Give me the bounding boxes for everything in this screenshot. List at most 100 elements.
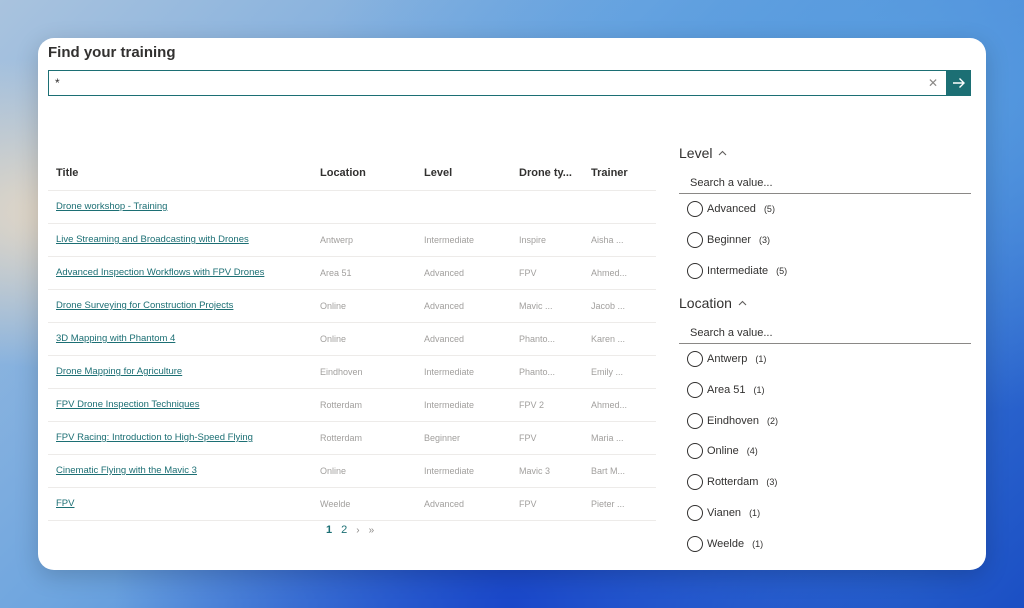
- radio-button[interactable]: [687, 474, 703, 491]
- radio-button[interactable]: [687, 535, 703, 552]
- cell-level: Advanced: [416, 322, 511, 356]
- training-title-link[interactable]: 3D Mapping with Phantom 4: [56, 333, 175, 344]
- facet-location: Location Antwerp (1) Area 51 (1) Eindhoven (2)…: [679, 292, 971, 559]
- cell-drone: Inspire: [511, 223, 583, 257]
- table-row: Live Streaming and Broadcasting with Dro…: [48, 223, 656, 257]
- facets-panel: Level Advanced (5) Beginner (3) Intermediate (…: [679, 142, 971, 559]
- facet-option[interactable]: Online (4): [679, 436, 971, 467]
- facet-title: Level: [679, 145, 713, 161]
- training-title-link[interactable]: Advanced Inspection Workflows with FPV D…: [56, 267, 264, 278]
- facet-option[interactable]: Vianen (1): [679, 498, 971, 529]
- radio-button[interactable]: [687, 351, 703, 368]
- cell-trainer: Pieter ...: [583, 487, 656, 521]
- facet-option[interactable]: Weelde (1): [679, 528, 971, 559]
- table-row: Cinematic Flying with the Mavic 3 Online I…: [48, 454, 656, 488]
- option-count: (2): [767, 415, 778, 426]
- option-label: Rotterdam: [707, 476, 759, 489]
- facet-option[interactable]: Advanced (5): [679, 194, 971, 225]
- cell-drone: FPV: [511, 487, 583, 521]
- cell-level: Advanced: [416, 289, 511, 323]
- training-title-link[interactable]: Drone workshop - Training: [56, 201, 167, 212]
- option-count: (4): [746, 446, 758, 457]
- column-header-title[interactable]: Title: [48, 156, 312, 191]
- chevron-up-icon[interactable]: [738, 298, 747, 309]
- cell-location: Online: [312, 322, 416, 356]
- facet-option[interactable]: Eindhoven (2): [679, 405, 971, 436]
- facet-header[interactable]: Level: [679, 142, 971, 164]
- results-table: Title Location Level Drone ty... Trainer…: [48, 156, 656, 521]
- column-header-drone-type[interactable]: Drone ty...: [511, 156, 583, 191]
- chevron-up-icon[interactable]: [718, 148, 727, 159]
- search-submit-button[interactable]: [946, 70, 971, 96]
- table-row: Drone Surveying for Construction Project…: [48, 289, 656, 323]
- arrow-right-icon: [952, 78, 965, 88]
- cell-level: Advanced: [416, 487, 511, 521]
- facet-option[interactable]: Rotterdam (3): [679, 467, 971, 498]
- facet-search-input[interactable]: [679, 322, 971, 345]
- facet-title: Location: [679, 295, 732, 312]
- facet-option[interactable]: Area 51 (1): [679, 375, 971, 406]
- facet-header[interactable]: Location: [679, 292, 971, 314]
- option-count: (3): [759, 235, 771, 246]
- search-input[interactable]: [49, 71, 920, 95]
- radio-button[interactable]: [687, 382, 703, 399]
- column-header-trainer[interactable]: Trainer: [583, 156, 656, 191]
- cell-drone: FPV 2: [511, 388, 583, 422]
- cell-trainer: Bart M...: [583, 454, 656, 488]
- option-count: (1): [752, 538, 764, 549]
- cell-location: Rotterdam: [312, 388, 416, 422]
- training-title-link[interactable]: Drone Mapping for Agriculture: [56, 366, 182, 377]
- radio-button[interactable]: [687, 412, 703, 429]
- cell-location: Eindhoven: [312, 355, 416, 389]
- cell-title: Advanced Inspection Workflows with FPV D…: [48, 256, 312, 290]
- table-row: 3D Mapping with Phantom 4 Online Advanced P…: [48, 322, 656, 356]
- radio-button[interactable]: [687, 443, 703, 460]
- cell-title: Cinematic Flying with the Mavic 3: [48, 454, 312, 488]
- cell-trainer: Ahmed...: [583, 256, 656, 290]
- training-title-link[interactable]: FPV: [56, 498, 74, 509]
- radio-button[interactable]: [687, 504, 703, 521]
- cell-title: 3D Mapping with Phantom 4: [48, 322, 312, 356]
- table-row: FPV Drone Inspection Techniques Rotterdam…: [48, 388, 656, 422]
- last-page-icon[interactable]: »: [369, 525, 375, 536]
- training-title-link[interactable]: FPV Drone Inspection Techniques: [56, 399, 199, 410]
- cell-title: FPV: [48, 487, 312, 521]
- training-title-link[interactable]: Cinematic Flying with the Mavic 3: [56, 465, 197, 476]
- training-search-card: Find your training ✕ Title Location Leve…: [38, 38, 986, 570]
- cell-drone: FPV: [511, 256, 583, 290]
- facet-option[interactable]: Beginner (3): [679, 225, 971, 256]
- facet-option[interactable]: Intermediate (5): [679, 255, 971, 286]
- cell-drone: Mavic ...: [511, 289, 583, 323]
- next-page-icon[interactable]: ›: [356, 525, 359, 536]
- cell-level: Beginner: [416, 421, 511, 455]
- cell-drone: Phanto...: [511, 355, 583, 389]
- clear-search-button[interactable]: ✕: [920, 71, 946, 95]
- table-row: FPV Racing: Introduction to High-Speed F…: [48, 421, 656, 455]
- option-count: (1): [753, 385, 765, 396]
- facet-option[interactable]: Antwerp (1): [679, 344, 971, 375]
- facet-search-input[interactable]: [679, 172, 971, 194]
- cell-drone: Mavic 3: [511, 454, 583, 488]
- column-header-level[interactable]: Level: [416, 156, 511, 191]
- cell-level: Advanced: [416, 256, 511, 290]
- page-1-link[interactable]: 1: [326, 524, 332, 536]
- cell-trainer: Karen ...: [583, 322, 656, 356]
- cell-trainer: Aisha ...: [583, 223, 656, 257]
- cell-location: Rotterdam: [312, 421, 416, 455]
- cell-level: Intermediate: [416, 223, 511, 257]
- cell-title: Drone Mapping for Agriculture: [48, 355, 312, 389]
- training-title-link[interactable]: Live Streaming and Broadcasting with Dro…: [56, 234, 249, 245]
- option-count: (1): [755, 354, 767, 365]
- page-title: Find your training: [48, 44, 176, 61]
- column-header-location[interactable]: Location: [312, 156, 416, 191]
- option-label: Weelde: [707, 537, 745, 550]
- cell-location: Online: [312, 289, 416, 323]
- radio-button[interactable]: [687, 232, 703, 249]
- option-count: (5): [763, 204, 775, 215]
- training-title-link[interactable]: FPV Racing: Introduction to High-Speed F…: [56, 432, 253, 443]
- page-2-link[interactable]: 2: [341, 524, 347, 536]
- radio-button[interactable]: [687, 201, 703, 218]
- training-title-link[interactable]: Drone Surveying for Construction Project…: [56, 300, 233, 311]
- cell-trainer: [583, 190, 656, 224]
- radio-button[interactable]: [687, 262, 703, 279]
